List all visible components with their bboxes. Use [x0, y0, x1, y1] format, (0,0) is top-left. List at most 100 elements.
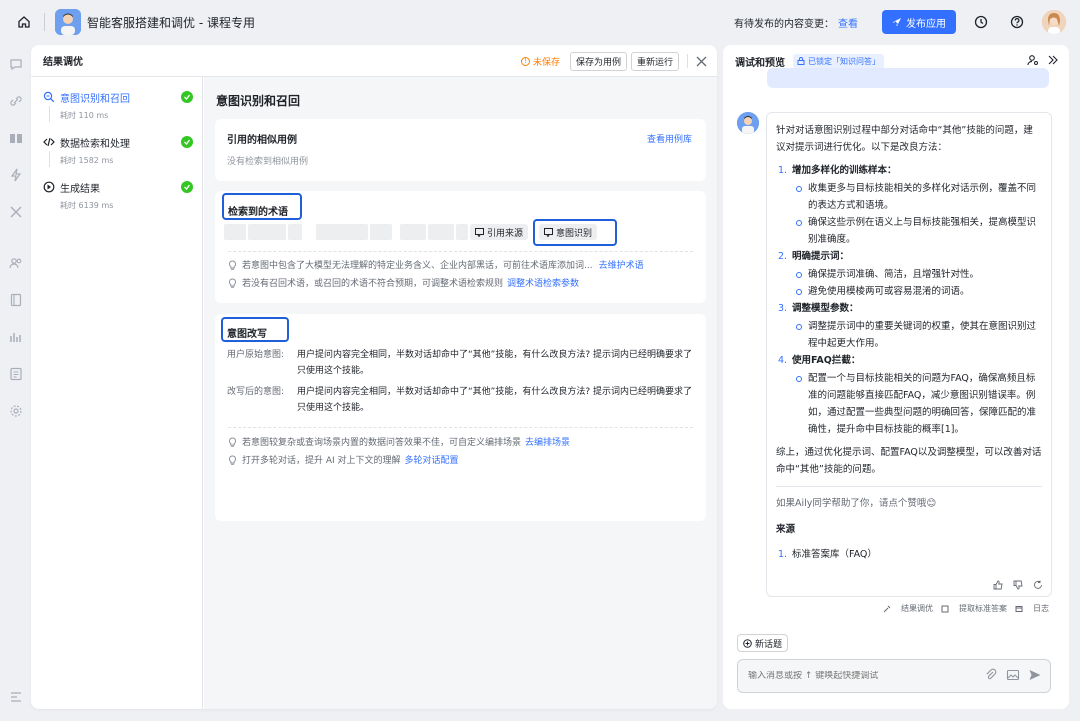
log-link[interactable]: 日志: [1015, 603, 1049, 614]
new-topic-button[interactable]: 新话题: [737, 634, 789, 652]
rewritten-intent-label: 改写后的意图:: [227, 387, 285, 397]
lightbulb-icon: [228, 277, 237, 288]
no-similar-cases-text: 没有检索到相似用例: [227, 157, 309, 167]
thumbs-down-icon[interactable]: [1013, 580, 1023, 590]
step-time: 耗时 1582 ms: [60, 156, 114, 165]
code-icon: [43, 136, 55, 148]
rewritten-intent-row: 改写后的意图: 用户提问内容完全相同，半数对话却命中了“其他”技能，有什么改良方…: [227, 384, 692, 416]
log-icon: [1015, 605, 1023, 612]
original-intent-row: 用户原始意图: 用户提问内容完全相同，半数对话却命中了“其他”技能，有什么改良方…: [227, 347, 692, 379]
step-detail-content: 意图识别和召回 引用的相似用例 查看用例库 没有检索到相似用例 检索到的术语 引…: [204, 77, 717, 709]
dashed-divider: [228, 427, 693, 428]
blurred-term: [248, 224, 286, 240]
result-tuning-link[interactable]: 结果调优: [883, 603, 933, 614]
lightbulb-icon: [228, 454, 237, 465]
answer-footer: 结果调优 提取标准答案 日志: [875, 603, 1049, 614]
panel-header: 结果调优 ! 未保存 保存为用例 重新运行: [31, 45, 717, 77]
source-title: 来源: [776, 524, 796, 535]
page-icon[interactable]: [9, 293, 23, 307]
result-tuning-panel: 结果调优 ! 未保存 保存为用例 重新运行 意图识别和召回 耗时 110 ms 数…: [31, 45, 717, 709]
rerun-button[interactable]: 重新运行: [630, 51, 679, 71]
thanks-text: 如果Aily同学帮助了你，请点个赞哦😊: [776, 498, 937, 509]
chip-label: 引用来源: [487, 228, 524, 239]
publish-app-button[interactable]: 发布应用: [882, 10, 956, 34]
help-icon[interactable]: [1006, 11, 1028, 33]
user-avatar[interactable]: [1042, 10, 1066, 34]
step-data-retrieval[interactable]: 数据检索和处理 耗时 1582 ms: [43, 134, 193, 167]
blurred-term: [288, 224, 302, 240]
blurred-term: [428, 224, 454, 240]
lock-icon: [797, 57, 805, 65]
send-icon[interactable]: [1028, 668, 1042, 682]
check-icon: [181, 181, 193, 193]
step-intent-recall[interactable]: 意图识别和召回 耗时 110 ms: [43, 89, 193, 122]
multi-turn-config-link[interactable]: 多轮对话配置: [405, 453, 459, 466]
highlight-box: [222, 193, 302, 220]
attachment-icon[interactable]: [984, 668, 998, 682]
home-icon[interactable]: [12, 10, 36, 34]
close-icon[interactable]: [696, 56, 707, 67]
save-as-case-button[interactable]: 保存为用例: [569, 51, 627, 71]
answer-item: 4. 使用FAQ拦截： 配置一个与目标技能相关的问题为FAQ，确保高频且标准的问…: [776, 352, 1042, 438]
settings-icon[interactable]: [9, 404, 23, 418]
step-generate-result[interactable]: 生成结果 耗时 6139 ms: [43, 179, 193, 211]
debug-preview-panel: 调试和预览 已锁定「知识问答」 针对对话意图识别过程中部分对话命中“其他”技能的…: [723, 45, 1069, 709]
book-icon[interactable]: [9, 131, 23, 145]
intent-rewrite-card: 意图改写 用户原始意图: 用户提问内容完全相同，半数对话却命中了“其他”技能，有…: [215, 314, 706, 521]
collapse-icon[interactable]: [9, 690, 23, 704]
rewritten-intent-text: 用户提问内容完全相同，半数对话却命中了“其他”技能，有什么改良方法? 提示词内已…: [297, 387, 692, 413]
original-intent-text: 用户提问内容完全相同，半数对话却命中了“其他”技能，有什么改良方法? 提示词内已…: [297, 350, 692, 376]
user-settings-icon[interactable]: [1027, 54, 1039, 66]
history-icon[interactable]: [970, 11, 992, 33]
view-changes-link[interactable]: 查看: [838, 15, 858, 30]
check-icon: [181, 91, 193, 103]
tools-icon[interactable]: [9, 205, 23, 219]
extract-answer-link[interactable]: 提取标准答案: [941, 603, 1007, 614]
highlight-box: [533, 219, 617, 246]
view-case-library-link[interactable]: 查看用例库: [647, 132, 692, 145]
step-time: 耗时 6139 ms: [60, 201, 114, 210]
message-input[interactable]: [748, 671, 968, 681]
bot-avatar: [737, 112, 759, 134]
citation-source-chip[interactable]: 引用来源: [470, 224, 529, 240]
similar-cases-card: 引用的相似用例 查看用例库 没有检索到相似用例: [215, 119, 706, 181]
document-icon: [941, 605, 949, 612]
message-input-box: [737, 659, 1051, 693]
blurred-term: [400, 224, 426, 240]
source-item[interactable]: 1. 标准答案库（FAQ）: [776, 546, 1042, 563]
term-tip-2: 若没有召回术语，或召回的术语不符合预期，可调整术语检索规则 调整术语检索参数: [228, 276, 579, 289]
chat-icon[interactable]: [9, 57, 23, 71]
answer-item: 3. 调整模型参数： 调整提示词中的重要关键词的权重，使其在意图识别过程中起更大…: [776, 300, 1042, 352]
quote-icon: [475, 227, 484, 237]
publish-label: 发布应用: [906, 18, 946, 30]
left-rail: [0, 44, 30, 721]
maintain-terms-link[interactable]: 去维护术语: [599, 258, 644, 271]
link-icon[interactable]: [9, 94, 23, 108]
chart-icon[interactable]: [9, 330, 23, 344]
bolt-icon[interactable]: [9, 168, 23, 182]
step-label: 生成结果: [60, 183, 100, 195]
app-title: 智能客服搭建和调优 - 课程专用: [87, 15, 255, 30]
blurred-term: [370, 224, 392, 240]
tune-icon: [883, 605, 891, 612]
list-icon[interactable]: [9, 367, 23, 381]
check-icon: [181, 136, 193, 148]
term-tip-1: 若意图中包含了大模型无法理解的特定业务含义、企业内部黑话，可前往术语库添加词..…: [228, 258, 644, 271]
locked-skill-badge[interactable]: 已锁定「知识问答」: [793, 53, 884, 69]
rewrite-tip-2: 打开多轮对话，提升 AI 对上下文的理解 多轮对话配置: [228, 453, 459, 466]
step-connector: [49, 106, 50, 122]
adjust-term-params-link[interactable]: 调整术语检索参数: [507, 276, 579, 289]
top-bar: 智能客服搭建和调优 - 课程专用 有待发布的内容变更： 查看 发布应用 结果调优…: [0, 0, 1080, 709]
expand-icon[interactable]: [1047, 54, 1059, 66]
similar-cases-title: 引用的相似用例: [227, 135, 297, 146]
warning-icon: !: [520, 56, 530, 66]
blurred-term: [316, 224, 368, 240]
users-icon[interactable]: [9, 256, 23, 270]
thumbs-up-icon[interactable]: [993, 580, 1003, 590]
orchestrate-scene-link[interactable]: 去编排场景: [525, 435, 570, 448]
retrieved-terms-card: 检索到的术语 引用来源 意图识别 若意图中包含了大模型无法理解的特定业务含义、企…: [215, 191, 706, 303]
answer-subitem: 配置一个与目标技能相关的问题为FAQ，确保高频且标准的问题能够直接匹配FAQ，减…: [792, 370, 1042, 438]
regenerate-icon[interactable]: [1033, 580, 1043, 590]
step-time: 耗时 110 ms: [60, 111, 109, 120]
image-icon[interactable]: [1006, 668, 1020, 682]
